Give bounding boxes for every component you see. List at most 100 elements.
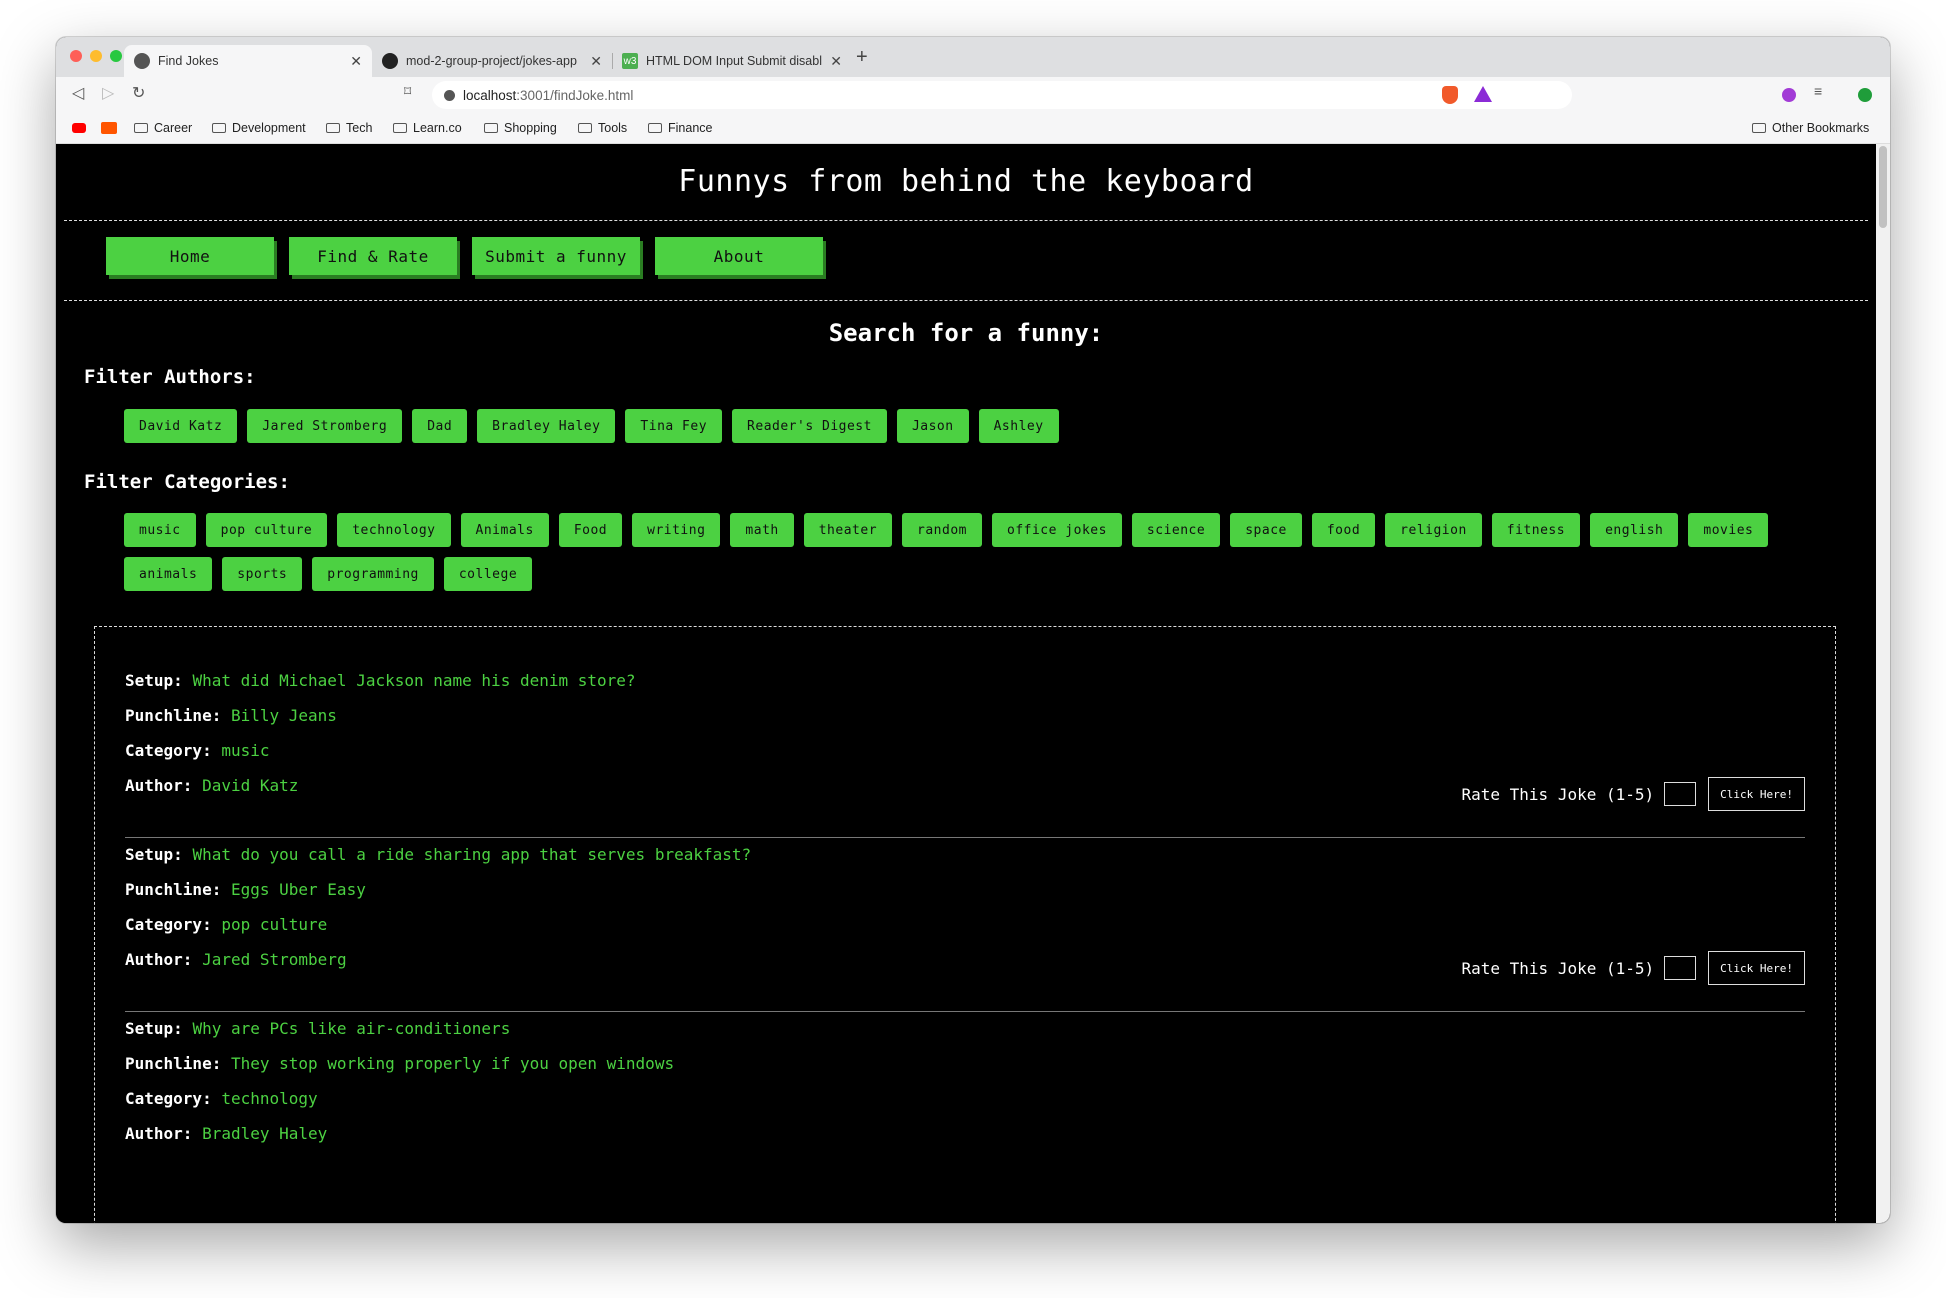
- nav-about-button[interactable]: About: [655, 237, 823, 275]
- joke-category-label: Category:: [125, 1089, 212, 1108]
- bookmark-icon[interactable]: ⌑: [404, 83, 411, 100]
- rating-input[interactable]: [1664, 956, 1697, 980]
- joke-card: Setup: What did Michael Jackson name his…: [125, 663, 1805, 811]
- category-filter-button[interactable]: english: [1590, 513, 1679, 547]
- soundcloud-icon[interactable]: [101, 122, 117, 134]
- category-filter-button[interactable]: pop culture: [205, 513, 328, 547]
- nav-submit-button[interactable]: Submit a funny: [472, 237, 640, 275]
- browser-toolbar: ◁ ▷ ↻ ⌑ localhost :3001/findJoke.html ≡: [56, 77, 1890, 113]
- w3-icon: w3: [622, 53, 638, 69]
- folder-icon: [393, 123, 407, 133]
- bookmark-folder-career[interactable]: Career: [134, 121, 192, 135]
- category-filter-button[interactable]: theater: [803, 513, 893, 547]
- forward-icon[interactable]: ▷: [102, 83, 114, 103]
- browser-tab-find-jokes[interactable]: Find Jokes ✕: [124, 45, 372, 77]
- joke-category-label: Category:: [125, 915, 212, 934]
- site-title: Funnys from behind the keyboard: [678, 164, 1254, 199]
- brave-shields-icon[interactable]: [1442, 86, 1458, 104]
- tab-title: HTML DOM Input Submit disabl: [646, 54, 822, 68]
- joke-setup-value: What did Michael Jackson name his denim …: [192, 671, 636, 690]
- rate-label: Rate This Joke (1-5): [1461, 958, 1655, 978]
- joke-author-label: Author:: [125, 950, 193, 969]
- close-tab-icon[interactable]: ✕: [590, 53, 602, 70]
- nav-find-rate-button[interactable]: Find & Rate: [289, 237, 457, 275]
- joke-author-value: David Katz: [202, 776, 299, 795]
- category-filter-button[interactable]: college: [443, 557, 533, 591]
- category-filter-button[interactable]: Animals: [460, 513, 549, 547]
- category-filter-button[interactable]: programming: [312, 557, 434, 591]
- category-filter-button[interactable]: movies: [1688, 513, 1769, 547]
- scroll-thumb[interactable]: [1879, 146, 1887, 228]
- author-filter-button[interactable]: Dad: [412, 409, 468, 443]
- close-window-button[interactable]: [70, 50, 82, 62]
- back-icon[interactable]: ◁: [72, 83, 84, 103]
- category-filter-button[interactable]: space: [1230, 513, 1302, 547]
- joke-author-value: Bradley Haley: [202, 1124, 328, 1143]
- bookmark-folder-tools[interactable]: Tools: [578, 121, 627, 135]
- brave-rewards-icon[interactable]: [1474, 86, 1492, 102]
- category-filter-button[interactable]: science: [1131, 513, 1221, 547]
- browser-window: Find Jokes ✕ mod-2-group-project/jokes-a…: [56, 37, 1890, 1223]
- category-filter-button[interactable]: religion: [1385, 513, 1482, 547]
- rate-label: Rate This Joke (1-5): [1461, 784, 1655, 804]
- page-viewport: Funnys from behind the keyboard Home Fin…: [56, 144, 1890, 1223]
- joke-card: Setup: Why are PCs like air-conditioners…: [125, 1011, 1805, 1151]
- joke-setup-label: Setup:: [125, 671, 183, 690]
- new-tab-button[interactable]: +: [856, 46, 868, 69]
- minimize-window-button[interactable]: [90, 50, 102, 62]
- folder-icon: [648, 123, 662, 133]
- author-filter-button[interactable]: Jason: [896, 409, 969, 443]
- close-tab-icon[interactable]: ✕: [830, 53, 842, 70]
- folder-icon: [134, 123, 148, 133]
- joke-setup-value: Why are PCs like air-conditioners: [192, 1019, 511, 1038]
- category-filter-button[interactable]: technology: [337, 513, 451, 547]
- category-filter-button[interactable]: music: [124, 513, 196, 547]
- author-filter-button[interactable]: Tina Fey: [625, 409, 723, 443]
- category-filter-button[interactable]: Food: [558, 513, 623, 547]
- category-filter-button[interactable]: random: [902, 513, 982, 547]
- joke-setup: Setup: What did Michael Jackson name his…: [125, 663, 1805, 698]
- category-filter-button[interactable]: sports: [222, 557, 303, 591]
- close-tab-icon[interactable]: ✕: [350, 53, 362, 70]
- category-filter-button[interactable]: writing: [632, 513, 721, 547]
- page-scrollbar[interactable]: [1876, 144, 1890, 1223]
- joke-punchline-label: Punchline:: [125, 1054, 222, 1073]
- bookmark-folder-learnco[interactable]: Learn.co: [393, 121, 462, 135]
- author-filter-button[interactable]: Jared Stromberg: [247, 409, 403, 443]
- joke-category-value: music: [221, 741, 270, 760]
- bookmark-folder-other[interactable]: Other Bookmarks: [1752, 121, 1869, 135]
- category-filter-button[interactable]: math: [730, 513, 794, 547]
- tab-bar: Find Jokes ✕ mod-2-group-project/jokes-a…: [56, 37, 1890, 77]
- rate-submit-button[interactable]: Click Here!: [1708, 951, 1805, 985]
- nav-home-button[interactable]: Home: [106, 237, 274, 275]
- joke-setup-value: What do you call a ride sharing app that…: [192, 845, 752, 864]
- youtube-icon[interactable]: [72, 123, 86, 133]
- reload-icon[interactable]: ↻: [132, 83, 145, 103]
- bookmark-folder-tech[interactable]: Tech: [326, 121, 372, 135]
- category-filter-button[interactable]: food: [1311, 513, 1376, 547]
- browser-tab-w3schools[interactable]: w3 HTML DOM Input Submit disabl ✕: [612, 45, 852, 77]
- browser-tab-github[interactable]: mod-2-group-project/jokes-app ✕: [372, 45, 612, 77]
- category-filter-button[interactable]: office jokes: [992, 513, 1122, 547]
- author-filter-button[interactable]: David Katz: [124, 409, 238, 443]
- category-filter-button[interactable]: fitness: [1491, 513, 1581, 547]
- rate-submit-button[interactable]: Click Here!: [1708, 777, 1805, 811]
- url-host: localhost: [463, 87, 517, 103]
- tab-title: mod-2-group-project/jokes-app: [406, 54, 577, 68]
- author-filter-button[interactable]: Reader's Digest: [732, 409, 887, 443]
- maximize-window-button[interactable]: [110, 50, 122, 62]
- update-icon[interactable]: [1858, 88, 1872, 102]
- rating-input[interactable]: [1664, 782, 1697, 806]
- bookmark-folder-shopping[interactable]: Shopping: [484, 121, 557, 135]
- joke-punchline-value: Billy Jeans: [230, 706, 337, 725]
- extension-icon[interactable]: [1782, 88, 1796, 102]
- bookmark-folder-finance[interactable]: Finance: [648, 121, 712, 135]
- bookmark-folder-development[interactable]: Development: [212, 121, 306, 135]
- category-filter-button[interactable]: animals: [124, 557, 213, 591]
- author-filter-button[interactable]: Ashley: [978, 409, 1059, 443]
- joke-category-value: technology: [221, 1089, 318, 1108]
- address-bar[interactable]: localhost :3001/findJoke.html: [432, 81, 1572, 109]
- reading-list-icon[interactable]: ≡: [1814, 83, 1822, 99]
- author-filter-button[interactable]: Bradley Haley: [477, 409, 616, 443]
- folder-icon: [1752, 123, 1766, 133]
